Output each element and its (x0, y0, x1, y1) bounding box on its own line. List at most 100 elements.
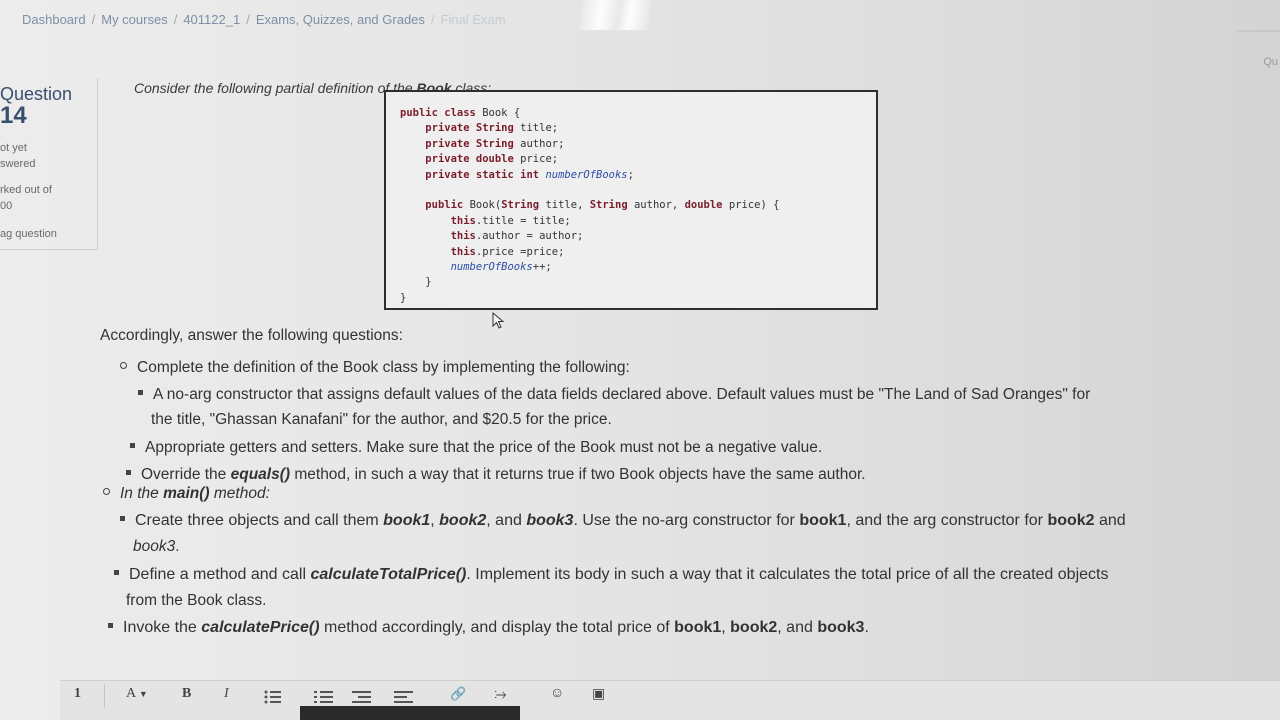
breadcrumb-separator: / (246, 12, 250, 27)
chevron-down-icon: ▼ (138, 689, 148, 699)
code-line: private static int numberOfBooks; (425, 168, 634, 181)
unlink-icon[interactable]: ⧴ (494, 686, 506, 702)
emoji-icon[interactable]: ☺ (550, 686, 564, 702)
editor-toolbar (60, 680, 1280, 720)
separator: , (430, 512, 440, 529)
code-line: numberOfBooks++; (450, 260, 552, 273)
book3-name: book3 (133, 538, 176, 555)
toolbar-paragraph-button[interactable]: 1 (74, 686, 81, 702)
font-size-label: A (126, 686, 136, 701)
breadcrumb-dashboard[interactable]: Dashboard (22, 12, 86, 27)
indent-icon[interactable] (352, 690, 372, 704)
task-2a-cont: book3. (133, 538, 180, 556)
code-line: } (400, 276, 432, 289)
task-1c: Override the equals() method, in such a … (126, 466, 866, 484)
hollow-bullet-icon (103, 488, 110, 496)
book2-name: book2 (1047, 512, 1095, 529)
answer-intro: Accordingly, answer the following questi… (100, 327, 403, 344)
square-bullet-icon (126, 470, 131, 476)
period: . (864, 619, 869, 636)
main-method-name: main() (163, 485, 210, 502)
task-2a-text-3: , and the arg constructor for (846, 512, 1048, 529)
quiz-navigation-label[interactable]: Qu (1263, 56, 1278, 68)
calculate-total-price-method: calculateTotalPrice() (310, 566, 467, 583)
question-status: ot yet (0, 142, 27, 154)
book1-name: book1 (799, 512, 847, 529)
task-1-text: Complete the definition of the Book clas… (137, 359, 630, 376)
task-1a-text: A no-arg constructor that assigns defaul… (153, 386, 1091, 403)
task-2b-cont: from the Book class. (126, 592, 267, 609)
separator: , (721, 619, 731, 636)
link-icon[interactable]: 🔗 (450, 686, 466, 702)
mouse-cursor-icon (492, 312, 505, 329)
breadcrumb-section[interactable]: Exams, Quizzes, and Grades (256, 12, 425, 27)
breadcrumb-separator: / (91, 12, 96, 27)
top-right-divider (1236, 30, 1280, 32)
task-2b-text: Define a method and call (129, 566, 311, 583)
flag-question-link[interactable]: ag question (0, 228, 57, 240)
task-1b-text: Appropriate getters and setters. Make su… (145, 439, 823, 456)
task-2: In the main() method: (103, 485, 270, 503)
book2-name: book2 (730, 619, 778, 636)
code-line: this.title = title; (450, 214, 571, 227)
separator: , and (777, 619, 818, 636)
square-bullet-icon (108, 623, 113, 629)
separator: , and (486, 512, 527, 529)
question-info-panel: Question 14 ot yet swered rked out of 00… (0, 78, 98, 250)
book3-name: book3 (817, 619, 865, 636)
task-2b: Define a method and call calculateTotalP… (114, 566, 1108, 584)
hollow-bullet-icon (120, 362, 127, 370)
task-2a-text: Create three objects and call them (135, 512, 384, 529)
task-1c-text: Override the (141, 466, 231, 483)
period: . (175, 538, 180, 555)
task-2a-text-4: and (1094, 512, 1126, 529)
toolbar-bold-button[interactable]: B (182, 686, 191, 702)
square-bullet-icon (130, 443, 135, 449)
task-2a: Create three objects and call them book1… (120, 512, 1126, 530)
book2-name: book2 (439, 512, 487, 529)
code-line: private String author; (425, 137, 565, 150)
outdent-icon[interactable] (394, 690, 414, 704)
code-line: } (400, 291, 407, 304)
taskbar-overlay (300, 706, 520, 720)
toolbar-divider (104, 684, 105, 708)
screen-glare (580, 0, 650, 30)
marked-out-of-label: rked out of (0, 184, 52, 196)
square-bullet-icon (120, 516, 125, 522)
task-1b: Appropriate getters and setters. Make su… (130, 439, 822, 457)
equals-method-name: equals() (230, 466, 291, 483)
task-2b-text-2: . Implement its body in such a way that … (466, 566, 1109, 583)
breadcrumb-separator: / (173, 12, 178, 27)
code-line: private String title; (425, 122, 559, 135)
calculate-price-method: calculatePrice() (201, 619, 320, 636)
book3-name: book3 (526, 512, 574, 529)
toolbar-italic-button[interactable]: I (224, 686, 229, 702)
question-status-cont: swered (0, 158, 36, 170)
task-2c: Invoke the calculatePrice() method accor… (108, 619, 869, 637)
task-1a: A no-arg constructor that assigns defaul… (138, 386, 1090, 404)
numbered-list-icon[interactable] (314, 690, 334, 704)
breadcrumb-course[interactable]: 401122_1 (183, 12, 240, 27)
intro-text: Consider the following partial definitio… (134, 80, 417, 96)
square-bullet-icon (114, 570, 119, 576)
task-2-text: In the (120, 485, 164, 502)
code-line: public Book(String title, String author,… (425, 199, 780, 212)
image-icon[interactable]: ▣ (592, 686, 605, 703)
task-2a-text-2: . Use the no-arg constructor for (573, 512, 800, 529)
breadcrumb-my-courses[interactable]: My courses (101, 12, 167, 27)
code-line: this.price =price; (450, 245, 565, 258)
question-number: 14 (0, 102, 27, 129)
book1-name: book1 (383, 512, 431, 529)
bullet-list-icon[interactable] (264, 690, 282, 704)
breadcrumb-current: Final Exam (440, 12, 506, 27)
square-bullet-icon (138, 390, 143, 396)
toolbar-font-size-button[interactable]: A ▼ (126, 686, 148, 702)
marked-out-of-value: 00 (0, 200, 13, 212)
task-2c-text-2: method accordingly, and display the tota… (319, 619, 675, 636)
task-1a-cont: the title, "Ghassan Kanafani" for the au… (151, 411, 612, 428)
code-line: private double price; (425, 153, 559, 166)
task-2-text-end: method: (209, 485, 270, 502)
code-line: public class Book { (400, 107, 521, 119)
breadcrumb-separator: / (430, 12, 435, 27)
